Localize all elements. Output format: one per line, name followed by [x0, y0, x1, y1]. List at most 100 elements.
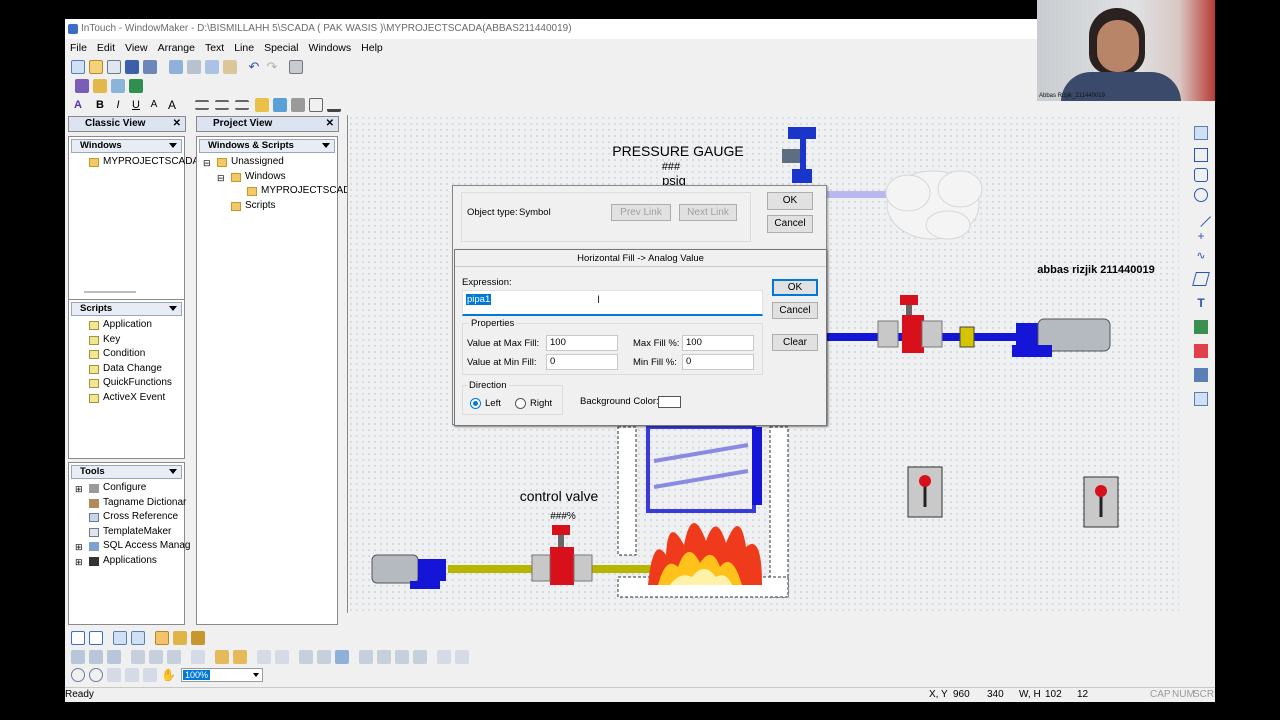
menu-special[interactable]: Special: [259, 39, 303, 57]
reshape-icon[interactable]: [413, 650, 427, 664]
windows-dropdown[interactable]: Windows: [71, 139, 182, 153]
tree-item-window[interactable]: MYPROJECTSCAD: [197, 184, 350, 199]
menu-text[interactable]: Text: [200, 39, 229, 57]
list-item[interactable]: ⊞ SQL Access Manag: [69, 539, 190, 555]
italic-icon[interactable]: I: [111, 98, 125, 112]
scrollbar[interactable]: [84, 291, 136, 293]
make-symbol-icon[interactable]: [335, 650, 349, 664]
menu-help[interactable]: Help: [356, 39, 388, 57]
min-fill-input[interactable]: 0: [682, 354, 754, 370]
ellipse-icon[interactable]: [1194, 188, 1208, 202]
zoom-out-icon[interactable]: [71, 668, 85, 682]
menu-edit[interactable]: Edit: [92, 39, 120, 57]
space-horizontal-icon[interactable]: [257, 650, 271, 664]
fill-color-icon[interactable]: [273, 98, 287, 112]
menu-arrange[interactable]: Arrange: [153, 39, 200, 57]
motor-pump[interactable]: [371, 554, 446, 589]
list-item[interactable]: Data Change: [69, 362, 184, 377]
open-window-icon[interactable]: [89, 60, 103, 74]
runtime-icon[interactable]: [75, 79, 89, 93]
menu-view[interactable]: View: [120, 39, 153, 57]
copy-icon[interactable]: [205, 60, 219, 74]
red-valve[interactable]: [877, 295, 943, 353]
network-icon[interactable]: [129, 79, 143, 93]
background-color-swatch[interactable]: [658, 396, 681, 408]
next-link-button[interactable]: Next Link: [679, 204, 737, 221]
flip-vertical-icon[interactable]: [395, 650, 409, 664]
rectangle-icon[interactable]: [1194, 148, 1208, 162]
project-view-icon[interactable]: [89, 631, 103, 645]
actuator-valve[interactable]: [782, 127, 816, 183]
save-icon[interactable]: [125, 60, 139, 74]
zoom-selection-icon[interactable]: [125, 668, 139, 682]
list-item[interactable]: ⊞ Configure: [69, 481, 184, 496]
paste-bitmap-icon[interactable]: [1194, 392, 1208, 406]
control-valve[interactable]: [531, 525, 593, 585]
prev-link-button[interactable]: Prev Link: [611, 204, 671, 221]
anchor-icon[interactable]: [191, 631, 205, 645]
send-back-icon[interactable]: [233, 650, 247, 664]
left-radio-label[interactable]: Left: [485, 398, 501, 409]
line-style-icon[interactable]: [327, 98, 341, 112]
cancel-button[interactable]: Cancel: [767, 215, 813, 233]
redo-icon[interactable]: ↷: [265, 60, 279, 74]
align-left-icon[interactable]: [195, 100, 209, 110]
window-color-icon[interactable]: [309, 98, 323, 112]
line-color-icon[interactable]: [255, 98, 269, 112]
toggle-switch[interactable]: [1083, 476, 1119, 528]
tools-dropdown[interactable]: Tools: [71, 465, 182, 479]
align-middle-icon[interactable]: [89, 650, 103, 664]
close-icon[interactable]: ✕: [326, 117, 334, 131]
list-item[interactable]: MYPROJECTSCADA: [69, 155, 199, 170]
expand-icon[interactable]: ⊞: [75, 540, 83, 555]
toggle-switch[interactable]: [907, 466, 943, 518]
pencil-icon[interactable]: [173, 631, 187, 645]
close-icon[interactable]: ✕: [173, 117, 181, 131]
align-bottom-icon[interactable]: [107, 650, 121, 664]
value-max-input[interactable]: 100: [546, 335, 618, 351]
underline-icon[interactable]: U: [129, 98, 143, 112]
align-center-icon[interactable]: [149, 650, 163, 664]
expand-icon[interactable]: ⊞: [75, 482, 83, 497]
clear-button[interactable]: Clear: [772, 334, 818, 351]
paste-icon[interactable]: [223, 60, 237, 74]
list-item[interactable]: TemplateMaker: [69, 525, 184, 540]
value-min-input[interactable]: 0: [546, 354, 618, 370]
left-radio[interactable]: [470, 398, 481, 409]
line-icon[interactable]: [1191, 207, 1211, 227]
text-tool-icon[interactable]: T: [1194, 296, 1208, 310]
collapse-icon[interactable]: ⊟: [217, 171, 225, 186]
polyline-icon[interactable]: ∿: [1194, 250, 1208, 264]
right-radio-label[interactable]: Right: [530, 398, 552, 409]
list-item[interactable]: ⊞ Applications: [69, 554, 184, 569]
max-fill-input[interactable]: 100: [682, 335, 754, 351]
list-item[interactable]: Application: [69, 318, 184, 333]
grid-icon[interactable]: [155, 631, 169, 645]
font-icon[interactable]: A: [71, 98, 85, 112]
list-item[interactable]: QuickFunctions: [69, 376, 184, 391]
align-center-icon[interactable]: [215, 100, 229, 110]
button-tool-icon[interactable]: [1194, 344, 1208, 358]
align-top-icon[interactable]: [71, 650, 85, 664]
hv-line-icon[interactable]: +: [1194, 230, 1208, 244]
select-pointer-icon[interactable]: [1194, 126, 1208, 140]
window-icon[interactable]: [111, 79, 125, 93]
tree-item-windows[interactable]: ⊟ Windows: [197, 170, 337, 185]
menu-file[interactable]: File: [65, 39, 92, 57]
flip-horizontal-icon[interactable]: [377, 650, 391, 664]
menu-line[interactable]: Line: [229, 39, 259, 57]
zoom-select[interactable]: 100%: [181, 668, 263, 682]
new-window-icon[interactable]: [71, 60, 85, 74]
select-all-icon[interactable]: [169, 60, 183, 74]
font-larger-icon[interactable]: A: [165, 98, 179, 112]
expand-icon[interactable]: ⊞: [75, 555, 83, 570]
list-item[interactable]: Key: [69, 333, 184, 348]
align-right-icon[interactable]: [235, 100, 249, 110]
zoom-in-icon[interactable]: [89, 668, 103, 682]
list-item[interactable]: ActiveX Event: [69, 391, 184, 406]
windows-scripts-dropdown[interactable]: Windows & Scripts: [199, 139, 335, 153]
ok-button[interactable]: OK: [767, 192, 813, 210]
cut-icon[interactable]: [187, 60, 201, 74]
zoom-default-icon[interactable]: [143, 668, 157, 682]
rotate-icon[interactable]: [359, 650, 373, 664]
